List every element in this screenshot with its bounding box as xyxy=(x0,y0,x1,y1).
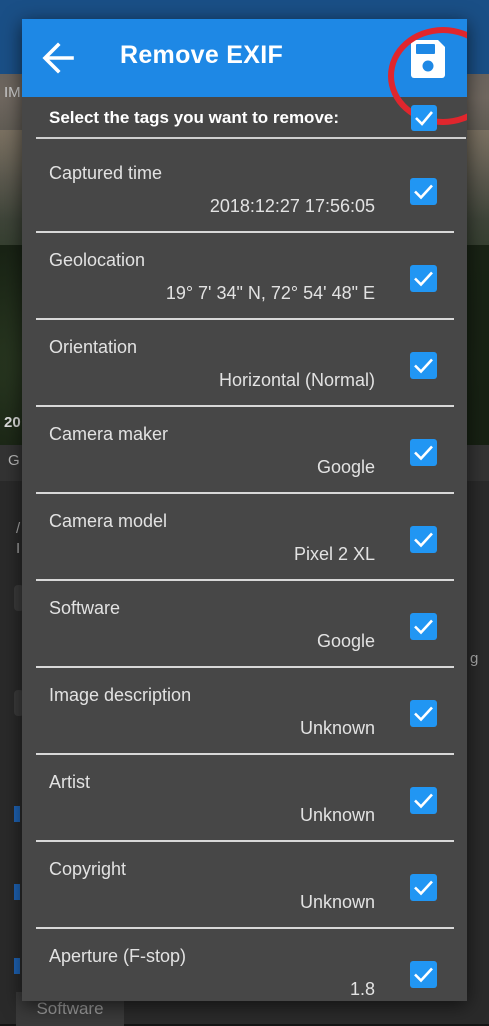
tag-checkbox[interactable] xyxy=(410,352,437,379)
tag-row-copyright[interactable]: Copyright Unknown xyxy=(22,841,467,929)
tag-checkbox[interactable] xyxy=(410,787,437,814)
tag-checkbox[interactable] xyxy=(410,613,437,640)
checkbox-box xyxy=(410,265,437,292)
tag-value: Google xyxy=(316,631,375,651)
divider xyxy=(36,137,466,139)
checkbox-box xyxy=(410,700,437,727)
remove-exif-dialog: Remove EXIF Select the tags you want to … xyxy=(22,19,467,1001)
checkmark-icon xyxy=(414,532,433,548)
checkmark-icon xyxy=(414,793,433,809)
tag-row-camera-maker[interactable]: Camera maker Google xyxy=(22,406,467,494)
tag-value: Google xyxy=(316,457,375,477)
checkbox-box xyxy=(410,352,437,379)
checkbox-box xyxy=(410,787,437,814)
tag-value: Unknown xyxy=(299,892,375,912)
tag-value: 2018:12:27 17:56:05 xyxy=(209,196,375,216)
tag-value: Unknown xyxy=(299,805,375,825)
checkmark-icon xyxy=(414,445,433,461)
checkbox-box xyxy=(410,613,437,640)
background-accent xyxy=(14,958,20,974)
checkmark-icon xyxy=(415,111,433,126)
checkmark-icon xyxy=(414,184,433,200)
background-fragment: IM xyxy=(4,84,21,101)
checkbox-box xyxy=(410,526,437,553)
tag-label: Geolocation xyxy=(49,250,146,270)
checkmark-icon xyxy=(414,619,433,635)
checkmark-icon xyxy=(414,271,433,287)
background-accent xyxy=(14,884,20,900)
dialog-title: Remove EXIF xyxy=(120,41,284,69)
tag-checkbox[interactable] xyxy=(410,178,437,205)
background-fragment: G xyxy=(8,452,20,469)
tag-row-captured-time[interactable]: Captured time 2018:12:27 17:56:05 xyxy=(22,145,467,233)
background-fragment: g xyxy=(470,650,479,667)
tag-label: Camera model xyxy=(49,511,168,531)
background-fragment: / xyxy=(16,520,21,537)
checkbox-box xyxy=(410,874,437,901)
tag-checkbox[interactable] xyxy=(410,265,437,292)
tag-label: Aperture (F-stop) xyxy=(49,946,187,966)
tag-value: 1.8 xyxy=(349,979,375,999)
tag-checkbox[interactable] xyxy=(410,439,437,466)
tag-row-camera-model[interactable]: Camera model Pixel 2 XL xyxy=(22,493,467,581)
tag-row-aperture[interactable]: Aperture (F-stop) 1.8 xyxy=(22,928,467,1001)
tag-label: Artist xyxy=(49,772,91,792)
tag-label: Image description xyxy=(49,685,192,705)
instruction-text: Select the tags you want to remove: xyxy=(49,108,340,127)
checkbox-box xyxy=(410,178,437,205)
floppy-disk-icon xyxy=(411,40,445,78)
background-fragment: I xyxy=(16,540,21,557)
tag-checkbox[interactable] xyxy=(410,526,437,553)
dialog-header: Remove EXIF xyxy=(22,19,467,97)
tag-row-software[interactable]: Software Google xyxy=(22,580,467,668)
tag-label: Camera maker xyxy=(49,424,169,444)
tag-label: Orientation xyxy=(49,337,138,357)
tag-checkbox[interactable] xyxy=(410,874,437,901)
tag-label: Captured time xyxy=(49,163,163,183)
checkmark-icon xyxy=(414,967,433,983)
tag-value: 19° 7' 34" N, 72° 54' 48" E xyxy=(165,283,375,303)
arrow-left-icon xyxy=(42,42,74,74)
tag-label: Software xyxy=(49,598,121,618)
checkbox-box xyxy=(410,439,437,466)
select-all-checkbox[interactable] xyxy=(411,105,437,131)
tag-value: Horizontal (Normal) xyxy=(218,370,375,390)
tag-row-geolocation[interactable]: Geolocation 19° 7' 34" N, 72° 54' 48" E xyxy=(22,232,467,320)
checkmark-icon xyxy=(414,358,433,374)
tag-value: Pixel 2 XL xyxy=(293,544,375,564)
back-button[interactable] xyxy=(34,35,82,81)
tag-label: Copyright xyxy=(49,859,127,879)
checkmark-icon xyxy=(414,706,433,722)
save-button[interactable] xyxy=(400,37,456,79)
checkbox-box xyxy=(411,105,437,131)
tag-row-image-description[interactable]: Image description Unknown xyxy=(22,667,467,755)
background-fragment: 20 xyxy=(4,414,21,431)
tag-value: Unknown xyxy=(299,718,375,738)
checkmark-icon xyxy=(414,880,433,896)
checkbox-box xyxy=(410,961,437,988)
tag-row-orientation[interactable]: Orientation Horizontal (Normal) xyxy=(22,319,467,407)
tag-checkbox[interactable] xyxy=(410,961,437,988)
background-accent xyxy=(14,806,20,822)
tag-row-artist[interactable]: Artist Unknown xyxy=(22,754,467,842)
tag-checkbox[interactable] xyxy=(410,700,437,727)
